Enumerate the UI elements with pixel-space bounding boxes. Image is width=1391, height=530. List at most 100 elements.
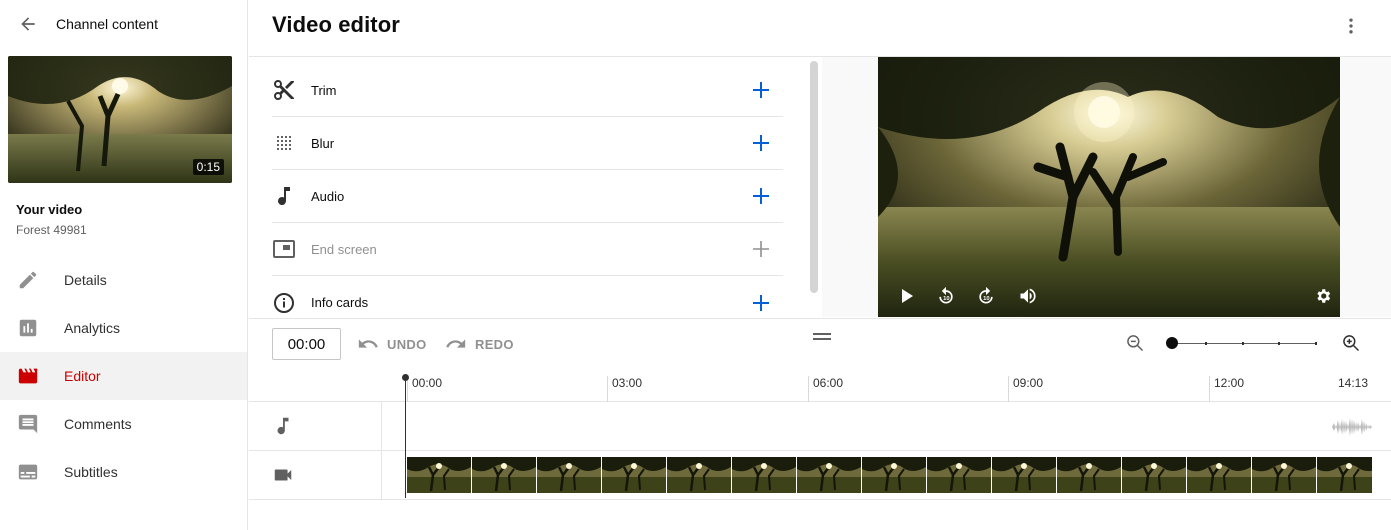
zoom-out-icon: [1127, 335, 1144, 352]
volume-button[interactable]: [1017, 285, 1039, 307]
arrow-back-icon: [21, 17, 35, 31]
rewind-10-button[interactable]: 10: [935, 285, 957, 307]
channel-content-title: Channel content: [56, 16, 158, 32]
music-note-icon: [272, 184, 311, 208]
add-icon[interactable]: [751, 293, 771, 313]
timeline-ruler[interactable]: 00:00 03:00 06:00 09:00 12:00 14:13: [249, 370, 1391, 402]
ruler-tick: 03:00: [607, 376, 642, 402]
svg-text:10: 10: [983, 296, 989, 302]
sidebar-item-label: Analytics: [64, 320, 121, 336]
pencil-icon: [0, 269, 64, 291]
filmstrip-frame: [1057, 457, 1122, 493]
ruler-tick: 12:00: [1209, 376, 1244, 402]
add-icon[interactable]: [751, 80, 771, 100]
tool-label: Trim: [311, 82, 337, 98]
zoom-in-icon: [1343, 335, 1360, 352]
replay-10-icon: 10: [939, 286, 953, 304]
filmstrip-frame: [602, 457, 667, 493]
page-title: Video editor: [272, 12, 400, 37]
sidebar-nav: Details Analytics Editor Comments Subtit…: [0, 256, 247, 496]
settings-button[interactable]: [1312, 285, 1334, 307]
tool-label: Info cards: [311, 295, 369, 310]
info-icon: [272, 291, 311, 315]
editor-tools-list: Trim Blur Audio End screen Info cards: [272, 64, 783, 329]
playhead[interactable]: [402, 374, 409, 498]
undo-label: UNDO: [387, 336, 427, 352]
tool-audio[interactable]: Audio: [272, 170, 783, 223]
sidebar-item-label: Subtitles: [64, 464, 118, 480]
sidebar-item-subtitles[interactable]: Subtitles: [0, 448, 247, 496]
zoom-in-button[interactable]: [1341, 333, 1361, 353]
play-icon: [902, 289, 913, 303]
tool-trim[interactable]: Trim: [272, 64, 783, 117]
filmstrip-frame: [407, 457, 472, 493]
filmstrip-frame: [1252, 457, 1317, 493]
redo-icon: [446, 339, 466, 348]
more-options-button[interactable]: [1339, 14, 1363, 38]
more-vert-icon: [1349, 18, 1353, 34]
subtitles-icon: [0, 461, 64, 483]
sidebar-item-comments[interactable]: Comments: [0, 400, 247, 448]
comment-icon: [0, 413, 64, 435]
add-icon[interactable]: [751, 239, 771, 259]
redo-button[interactable]: REDO: [445, 333, 514, 355]
add-icon[interactable]: [751, 186, 771, 206]
ruler-tick: 14:13: [1338, 376, 1369, 390]
duration-badge: 0:15: [192, 159, 224, 175]
play-button[interactable]: [896, 285, 918, 307]
filmstrip-frame: [862, 457, 927, 493]
sidebar-item-label: Details: [64, 272, 107, 288]
resize-handle[interactable]: [813, 333, 831, 341]
blur-icon: [272, 131, 311, 155]
forward-10-icon: 10: [979, 286, 993, 304]
forward-10-button[interactable]: 10: [975, 285, 997, 307]
audio-waveform: [1332, 418, 1372, 436]
sidebar-item-details[interactable]: Details: [0, 256, 247, 304]
back-button[interactable]: [0, 0, 56, 48]
video-thumbnail[interactable]: 0:15: [8, 56, 232, 183]
ruler-tick: 00:00: [407, 376, 442, 402]
video-filmstrip[interactable]: [407, 457, 1372, 493]
clapperboard-icon: [0, 365, 64, 387]
sidebar-item-label: Comments: [64, 416, 132, 432]
analytics-icon: [0, 317, 64, 339]
video-track[interactable]: [249, 451, 1391, 500]
filmstrip-frame: [472, 457, 537, 493]
filmstrip-frame: [927, 457, 992, 493]
undo-button[interactable]: UNDO: [357, 333, 426, 355]
filmstrip-frame: [797, 457, 862, 493]
filmstrip-frame: [732, 457, 797, 493]
zoom-slider-thumb[interactable]: [1166, 337, 1178, 349]
tool-end-screen[interactable]: End screen: [272, 223, 783, 276]
filmstrip-frame: [1122, 457, 1187, 493]
zoom-out-button[interactable]: [1125, 333, 1145, 353]
redo-label: REDO: [475, 336, 514, 352]
video-track-header: [249, 451, 382, 499]
audio-track[interactable]: [249, 402, 1391, 451]
your-video-label: Your video: [16, 202, 83, 217]
filmstrip-frame: [1317, 457, 1372, 493]
sidebar-item-editor[interactable]: Editor: [0, 352, 247, 400]
ruler-tick: 09:00: [1008, 376, 1043, 402]
timecode-input[interactable]: 00:00: [272, 328, 341, 360]
tool-label: Audio: [311, 188, 345, 204]
video-player[interactable]: 10 10: [878, 57, 1340, 317]
filmstrip-frame: [1187, 457, 1252, 493]
undo-icon: [358, 339, 378, 348]
tool-label: End screen: [311, 241, 377, 257]
filmstrip-frame: [667, 457, 732, 493]
tool-label: Blur: [311, 135, 335, 151]
tool-blur[interactable]: Blur: [272, 117, 783, 170]
videocam-icon: [274, 469, 292, 481]
tools-scrollbar[interactable]: [810, 61, 818, 293]
zoom-slider-track[interactable]: [1169, 342, 1317, 345]
forest-preview-image: [878, 57, 1340, 317]
add-icon[interactable]: [751, 133, 771, 153]
page-header: Video editor: [249, 0, 1391, 57]
filmstrip-frame: [537, 457, 602, 493]
audio-track-header: [249, 402, 382, 450]
sidebar-header: Channel content: [0, 0, 247, 48]
sidebar-item-analytics[interactable]: Analytics: [0, 304, 247, 352]
end-screen-icon: [272, 237, 311, 261]
sidebar-item-label: Editor: [64, 368, 101, 384]
